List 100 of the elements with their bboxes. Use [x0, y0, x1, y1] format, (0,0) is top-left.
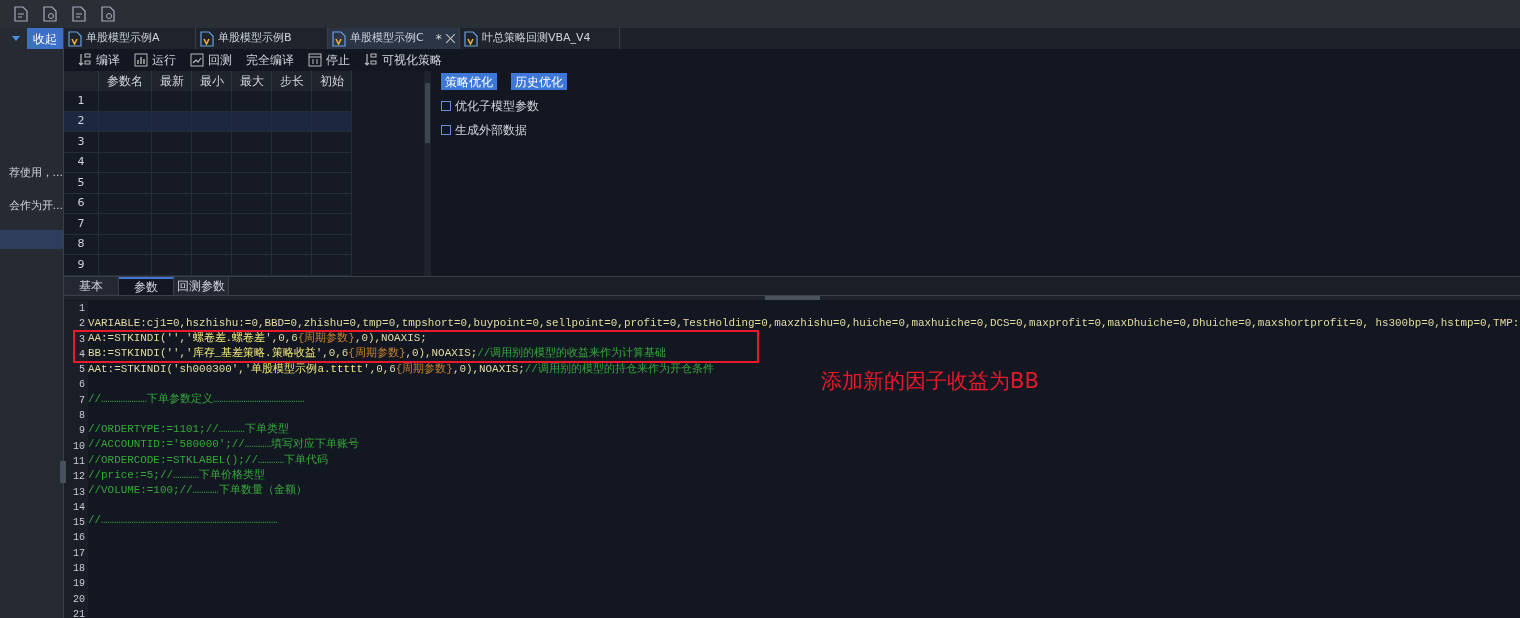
code-text: //ACCOUNTID:='580000';//…………填写对应下单账号	[88, 437, 359, 453]
code-text: BB:=STKINDI('','	[88, 346, 193, 362]
code-text: //调用别的模型的持仓来作为开仓条件	[524, 361, 714, 377]
file-tab[interactable]: 单股模型示例C *	[328, 28, 460, 49]
row-number: 7	[64, 214, 99, 234]
tab-label: 单股模型示例A	[86, 30, 160, 47]
code-text: //调用别的模型的收益来作为计算基础	[477, 346, 667, 362]
toolbar-button[interactable]: 停止	[308, 51, 350, 69]
toolbar-button[interactable]: 运行	[134, 51, 176, 69]
row-number: 8	[64, 234, 99, 255]
column-header: 最大	[232, 71, 272, 91]
code-text: {周期参数}	[348, 346, 406, 362]
line-number: 10	[72, 439, 86, 454]
file-icon	[332, 30, 346, 47]
code-text: AAt:=STKINDI('sh000300','	[88, 361, 252, 377]
line-number: 18	[72, 562, 86, 577]
line-number: 3	[78, 332, 86, 347]
line-number: 20	[72, 592, 86, 607]
code-text: ',0,6	[363, 361, 396, 377]
code-text: ,0),NOAXIS;	[452, 361, 525, 377]
line-number: 12	[72, 470, 86, 485]
row-number: 9	[64, 255, 99, 276]
option-label: 优化子模型参数	[455, 98, 539, 115]
code-text: //ORDERTYPE:=1101;//…………下单类型	[88, 422, 289, 438]
document-icon[interactable]	[14, 6, 28, 22]
code-text: //VOLUME:=100;//…………下单数量（金额）	[88, 483, 307, 499]
code-text: //…………………下单参数定义……………………………………	[88, 391, 305, 407]
gutter-handle[interactable]	[60, 461, 66, 483]
tab-label: 单股模型示例C	[350, 30, 424, 47]
line-number: 11	[72, 454, 86, 469]
line-number: 13	[72, 485, 86, 500]
column-header: 最小	[192, 71, 232, 91]
checkbox[interactable]	[441, 101, 451, 111]
column-header: 参数名	[99, 71, 152, 91]
splitter-handle[interactable]	[764, 296, 820, 300]
code-text: 库存_基差策略.策略收益	[192, 346, 316, 362]
file-icon	[464, 30, 478, 47]
line-number: 4	[78, 347, 86, 362]
code-text: VARIABLE:cj1=0,hszhishu:=0,BBD=0,zhishu=0,tmp=0,tmpshort=0,buypoint=0,sellpoint=0,profit=0,TestHolding=0,maxzhishu=0,huiche=0,maxhuiche=0,DCS=0,maxprofit=0,maxDhuiche=0,Dhuiche=0,maxshortprofit=0, hs300bp=0,hstmp=0,TMP:	[88, 315, 1520, 331]
sort-icon	[364, 53, 378, 67]
code-text: 单股模型示例a.ttttt	[251, 361, 364, 377]
stop-icon	[308, 53, 322, 67]
optimize-button[interactable]: 历史优化	[511, 73, 567, 90]
line-number: 6	[78, 378, 86, 393]
code-text: //ORDERCODE:=STKLABEL();//…………下单代码	[88, 452, 329, 468]
line-number: 16	[72, 531, 86, 546]
line-number: 19	[72, 577, 86, 592]
line-number: 5	[78, 363, 86, 378]
tab-label: 单股模型示例B	[218, 30, 292, 47]
code-text: //………………………………………………………………………	[88, 513, 278, 529]
document-icon[interactable]	[72, 6, 86, 22]
dropdown-caret-icon[interactable]	[12, 36, 20, 41]
optimize-button[interactable]: 策略优化	[441, 73, 497, 90]
line-number: 7	[78, 393, 86, 408]
bar-chart-icon	[134, 53, 148, 67]
sort-icon	[78, 53, 92, 67]
annotation-text: 添加新的因子收益为BB	[821, 368, 1039, 395]
line-chart-icon	[190, 53, 204, 67]
tab-label: 叶总策略回测VBA_V4	[482, 30, 591, 47]
column-header: 步长	[272, 71, 312, 91]
line-number: 14	[72, 500, 86, 515]
bottom-tab[interactable]: 基本	[64, 277, 119, 295]
file-icon	[68, 30, 82, 47]
close-icon[interactable]	[446, 34, 455, 43]
line-number: 8	[78, 409, 86, 424]
row-number: 3	[64, 132, 99, 152]
modified-mark: *	[435, 30, 442, 48]
toolbar-button[interactable]: 完全编译	[246, 51, 294, 69]
option-label: 生成外部数据	[455, 122, 527, 139]
sidebar-item[interactable]: 会作为开...	[0, 197, 63, 216]
document-icon[interactable]	[43, 6, 57, 22]
code-text: ,0),NOAXIS;	[405, 346, 478, 362]
toolbar-button[interactable]: 可视化策略	[364, 51, 442, 69]
document-icon[interactable]	[101, 6, 115, 22]
checkbox[interactable]	[441, 125, 451, 135]
toolbar-button[interactable]: 编译	[78, 51, 120, 69]
code-text: {周期参数}	[395, 361, 453, 377]
line-number: 9	[78, 424, 86, 439]
row-number: 6	[64, 193, 99, 214]
scrollbar-thumb[interactable]	[425, 83, 430, 143]
toolbar-button[interactable]: 回测	[190, 51, 232, 69]
line-number: 1	[78, 302, 86, 316]
code-text: ',0,6	[265, 331, 298, 347]
line-number: 2	[78, 317, 86, 332]
code-text: {周期参数}	[297, 331, 355, 347]
code-text: AA:=STKINDI('','	[88, 331, 193, 347]
line-number: 21	[72, 607, 86, 618]
line-number: 17	[72, 546, 86, 561]
bottom-tab[interactable]: 参数	[119, 277, 174, 295]
file-icon	[200, 30, 214, 47]
collapse-button[interactable]: 收起	[27, 28, 63, 49]
row-number: 1	[64, 90, 99, 111]
row-number: 5	[64, 173, 99, 193]
sidebar-item[interactable]: 荐使用，...	[0, 164, 63, 183]
code-text: 螺卷差.螺卷差	[192, 331, 266, 347]
row-number: 2	[64, 111, 99, 132]
bottom-tab[interactable]: 回测参数	[174, 277, 229, 295]
code-text: ,0),NOAXIS;	[354, 331, 427, 347]
code-text: //price:=5;//…………下单价格类型	[88, 468, 266, 483]
column-header: 初始	[312, 71, 352, 91]
